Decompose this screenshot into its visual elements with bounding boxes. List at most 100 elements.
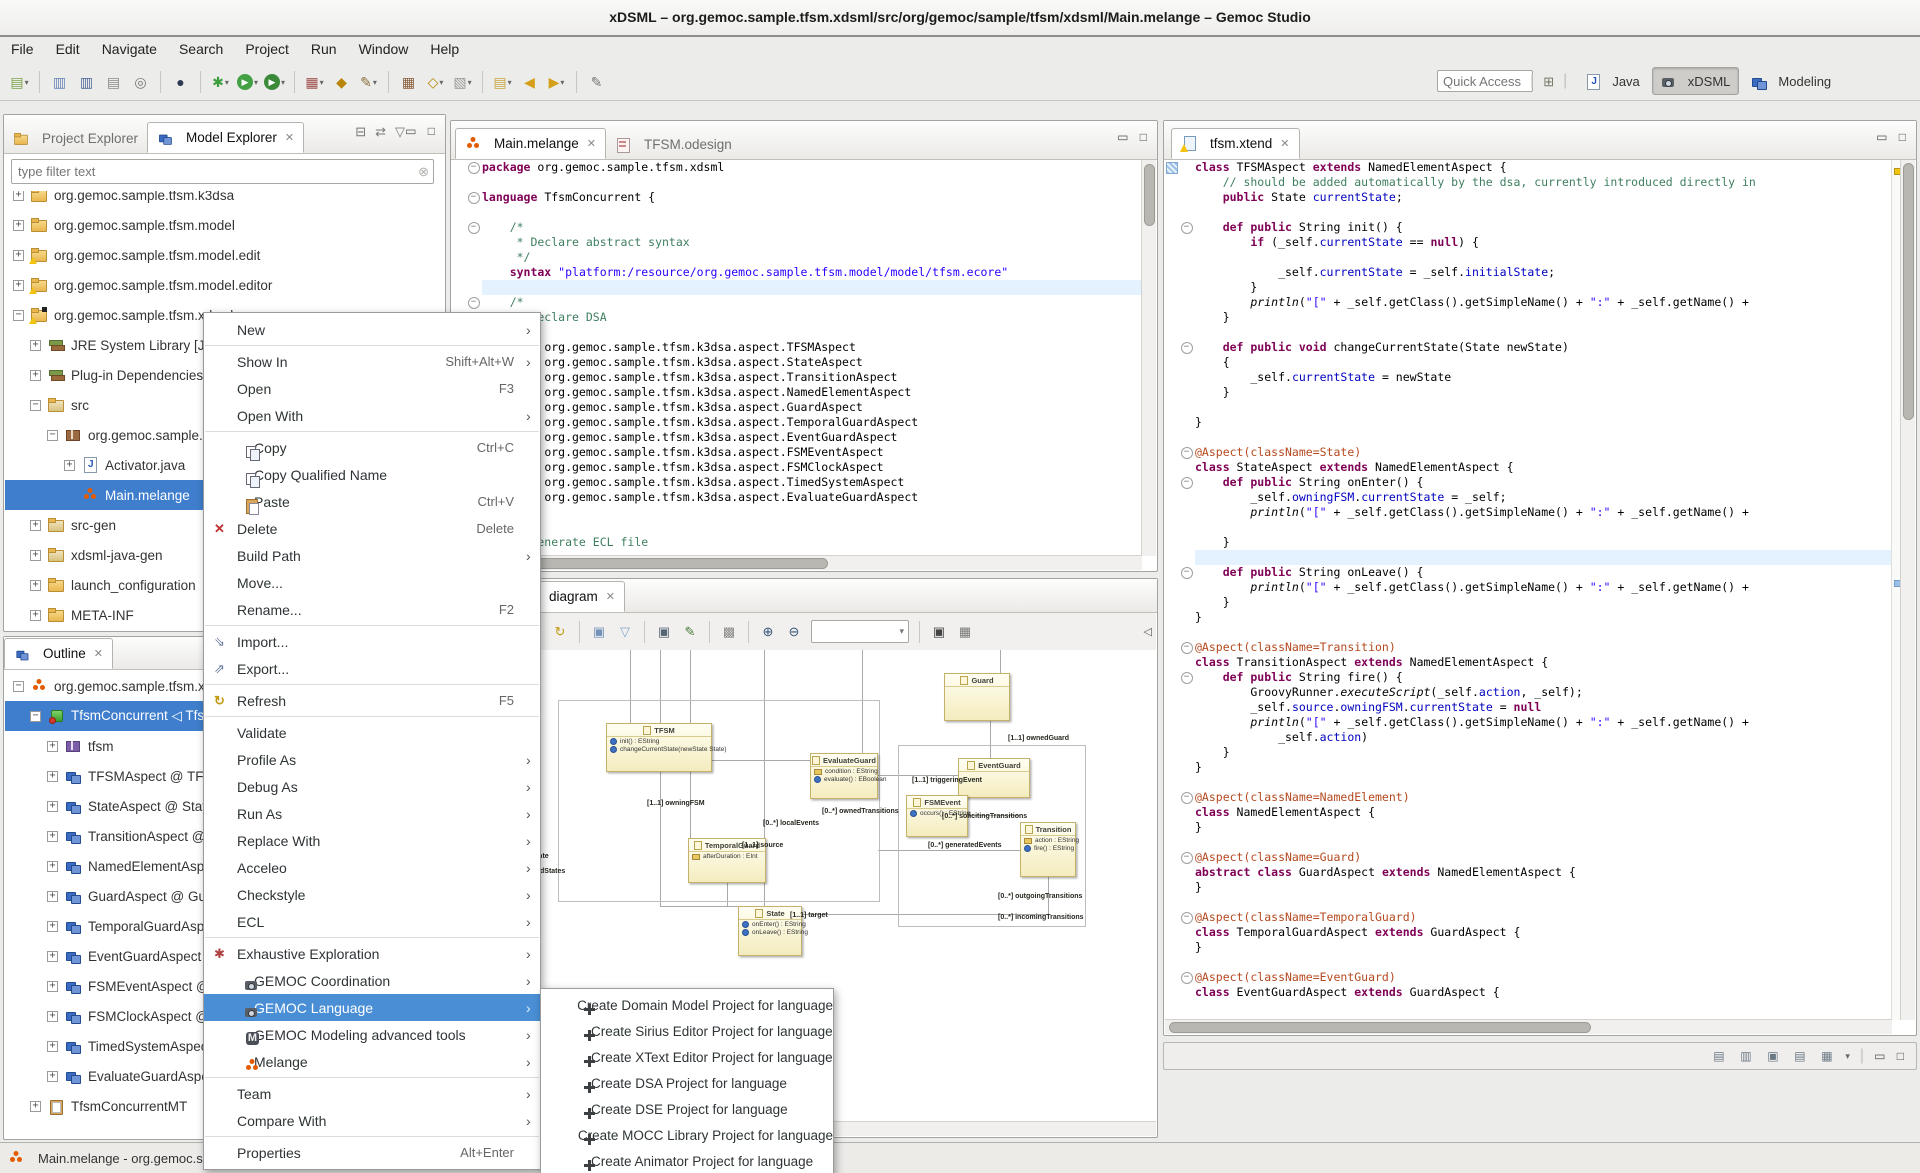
submenu-item-create-animator-project-for-language[interactable]: Create Animator Project for language xyxy=(541,1148,833,1173)
dropdown-arrow-icon[interactable]: ▾ xyxy=(254,78,258,87)
window-titlebar[interactable]: xDSML – org.gemoc.sample.tfsm.xdsml/src/… xyxy=(0,0,1920,37)
menu-navigate[interactable]: Navigate xyxy=(91,37,168,61)
submenu-item-create-domain-model-project-for-language[interactable]: Create Domain Model Project for language xyxy=(541,992,833,1018)
class-box-evaluateguard[interactable]: EvaluateGuard condition : EString evaluate… xyxy=(810,753,887,799)
new-package-icon[interactable]: ▦ xyxy=(396,70,421,94)
fold-marker-icon[interactable]: − xyxy=(1180,221,1193,234)
menu-item-ecl[interactable]: ECL › xyxy=(204,908,540,935)
fold-marker-icon[interactable]: − xyxy=(1180,791,1193,804)
tree-expander[interactable]: + xyxy=(47,770,58,782)
layers-icon[interactable]: ▣ xyxy=(587,620,611,644)
chevron-down-icon[interactable]: ▾ xyxy=(1845,1051,1850,1062)
display-console-icon[interactable]: ▤ xyxy=(1791,1048,1808,1065)
print-icon[interactable]: ▤ xyxy=(101,70,126,94)
tree-item-org.gemoc.sample.tfsm.k3dsa[interactable]: + org.gemoc.sample.tfsm.k3dsa xyxy=(5,191,444,210)
menu-item-properties[interactable]: Properties Alt+Enter xyxy=(204,1139,540,1166)
menu-search[interactable]: Search xyxy=(168,37,234,61)
close-icon[interactable]: ✕ xyxy=(1280,137,1289,150)
tree-expander[interactable]: + xyxy=(47,1040,58,1052)
fold-marker-icon[interactable]: − xyxy=(1180,851,1193,864)
horizontal-scrollbar[interactable] xyxy=(452,555,1142,570)
tree-item-org.gemoc.sample.tfsm.model[interactable]: + org.gemoc.sample.tfsm.model xyxy=(5,210,444,240)
fold-marker-icon[interactable]: − xyxy=(1180,641,1193,654)
tree-expander[interactable]: + xyxy=(30,519,41,531)
menu-item-team[interactable]: Team › xyxy=(204,1080,540,1107)
tree-expander[interactable]: + xyxy=(64,459,75,471)
tree-expander[interactable]: + xyxy=(30,1100,41,1112)
fold-marker-icon[interactable]: − xyxy=(1180,566,1193,579)
fold-marker-icon[interactable]: − xyxy=(1180,476,1193,489)
menu-item-profile-as[interactable]: Profile As › xyxy=(204,746,540,773)
menu-item-build-path[interactable]: Build Path › xyxy=(204,542,540,569)
menu-item-debug-as[interactable]: Debug As › xyxy=(204,773,540,800)
tree-expander[interactable]: + xyxy=(47,860,58,872)
menu-run[interactable]: Run xyxy=(300,37,348,61)
tree-expander[interactable]: + xyxy=(47,1010,58,1022)
dropdown-arrow-icon[interactable]: ▾ xyxy=(320,78,324,87)
menu-item-import-[interactable]: ⇘ Import... xyxy=(204,628,540,655)
tree-expander[interactable]: + xyxy=(13,191,24,201)
submenu-item-create-sirius-editor-project-for-language[interactable]: Create Sirius Editor Project for languag… xyxy=(541,1018,833,1044)
code-area[interactable]: class TFSMAspect extends NamedElementAsp… xyxy=(1165,160,1892,1020)
vertical-scrollbar[interactable] xyxy=(1141,160,1156,556)
view-menu-icon[interactable]: ▽ xyxy=(395,124,405,140)
tree-expander[interactable]: + xyxy=(30,579,41,591)
menu-item-delete[interactable]: ✕ Delete Delete xyxy=(204,515,540,542)
pin-console-icon[interactable]: ▣ xyxy=(1764,1048,1781,1065)
menu-item-validate[interactable]: Validate xyxy=(204,719,540,746)
tree-expander[interactable]: + xyxy=(47,950,58,962)
forward-icon[interactable]: ▶ ▾ xyxy=(544,70,569,94)
dropdown-arrow-icon[interactable]: ▾ xyxy=(508,78,512,87)
tab-model-explorer[interactable]: Model Explorer ✕ xyxy=(147,122,305,153)
tab-outline[interactable]: Outline ✕ xyxy=(4,638,113,669)
import-projects-icon[interactable]: ▤ ▾ xyxy=(490,70,515,94)
perspective-java[interactable]: Java xyxy=(1577,68,1647,94)
tree-expander[interactable]: + xyxy=(13,219,24,231)
open-perspective-icon[interactable]: ⊞ xyxy=(1540,73,1557,90)
tab-main-melange[interactable]: Main.melange ✕ xyxy=(455,128,607,159)
tree-expander[interactable]: + xyxy=(47,830,58,842)
minimize-maximize-buttons[interactable]: ▭ □ xyxy=(1117,130,1151,144)
tab-tfsm-odesign[interactable]: TFSM.odesign xyxy=(606,130,741,159)
scroll-lock-icon[interactable]: ▥ xyxy=(1737,1048,1754,1065)
class-box-transition[interactable]: Transition action : EString fire() : EStri… xyxy=(1020,822,1079,877)
open-console-icon[interactable]: ▦ xyxy=(1818,1048,1835,1065)
perspective-xdsml[interactable]: xDSML xyxy=(1651,67,1740,95)
tree-item-org.gemoc.sample.tfsm.model.edit[interactable]: + org.gemoc.sample.tfsm.model.edit xyxy=(5,240,444,270)
paste-layout-icon[interactable]: ▩ xyxy=(717,620,741,644)
tree-expander[interactable]: + xyxy=(30,549,41,561)
menu-item-show-in[interactable]: Show In Shift+Alt+W › xyxy=(204,348,540,375)
minimize-maximize-buttons[interactable]: ▭ □ xyxy=(405,124,439,138)
fold-marker-icon[interactable]: − xyxy=(467,296,480,309)
submenu-item-create-dse-project-for-language[interactable]: Create DSE Project for language xyxy=(541,1096,833,1122)
dropdown-arrow-icon[interactable]: ▾ xyxy=(468,78,472,87)
quick-access-input[interactable] xyxy=(1437,70,1533,92)
tree-expander[interactable]: − xyxy=(13,309,24,321)
tree-expander[interactable]: − xyxy=(30,710,41,722)
new-java-element-icon[interactable]: ✱ ▾ xyxy=(208,70,233,94)
snapshot-icon[interactable]: ▣ xyxy=(927,620,951,644)
tree-expander[interactable]: + xyxy=(47,800,58,812)
new-wizard-icon[interactable]: ▤ ▾ xyxy=(7,70,32,94)
coverage-icon[interactable]: ▦ ▾ xyxy=(302,70,327,94)
toggle-mark-occurrences-icon[interactable]: ▧ ▾ xyxy=(450,70,475,94)
tree-expander[interactable]: + xyxy=(47,890,58,902)
menu-item-run-as[interactable]: Run As › xyxy=(204,800,540,827)
zoom-in-icon[interactable]: ⊕ xyxy=(756,620,780,644)
menu-item-compare-with[interactable]: Compare With › xyxy=(204,1107,540,1134)
filters-icon[interactable]: ▽ xyxy=(613,620,637,644)
tab-project-explorer[interactable]: Project Explorer xyxy=(4,124,147,153)
console-clear-icon[interactable]: ▤ xyxy=(1710,1048,1727,1065)
close-icon[interactable]: ✕ xyxy=(285,131,294,144)
tree-expander[interactable]: + xyxy=(47,920,58,932)
perspective-modeling[interactable]: Modeling xyxy=(1743,68,1839,94)
submenu-item-create-xtext-editor-project-for-language[interactable]: Create XText Editor Project for language xyxy=(541,1044,833,1070)
menu-window[interactable]: Window xyxy=(348,37,420,61)
close-icon[interactable]: ✕ xyxy=(587,137,596,150)
open-type-icon[interactable]: ◇ ▾ xyxy=(423,70,448,94)
dropdown-arrow-icon[interactable]: ▾ xyxy=(373,78,377,87)
dropdown-arrow-icon[interactable]: ▾ xyxy=(225,78,229,87)
menu-item-copy-qualified-name[interactable]: Copy Qualified Name xyxy=(204,461,540,488)
class-box-tfsm[interactable]: TFSM init() : EString changeCurrentState(n… xyxy=(606,723,727,772)
menu-item-export-[interactable]: ⇗ Export... xyxy=(204,655,540,682)
